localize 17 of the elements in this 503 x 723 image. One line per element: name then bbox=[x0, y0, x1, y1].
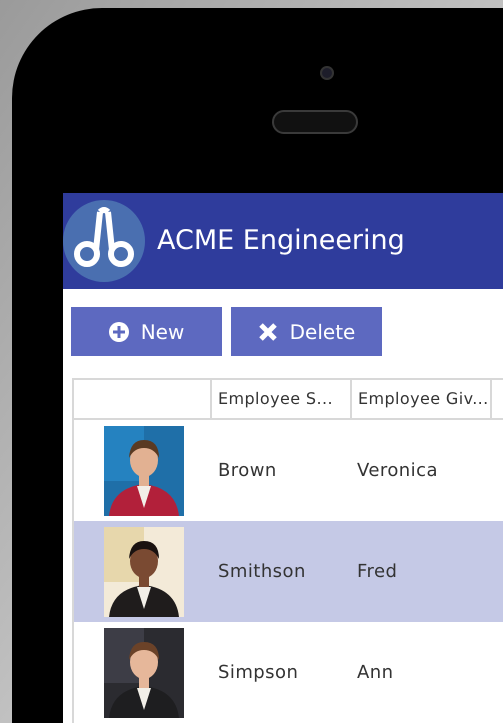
table-cell: Smithson bbox=[218, 561, 306, 582]
app-title: ACME Engineering bbox=[157, 224, 405, 258]
table-cell: Ann bbox=[357, 662, 394, 683]
delete-button[interactable]: Delete bbox=[231, 307, 382, 356]
table-cell: Brown bbox=[218, 460, 277, 481]
column-header[interactable]: Employee S... bbox=[212, 380, 352, 418]
new-button[interactable]: New bbox=[71, 307, 222, 356]
table-cell: Simpson bbox=[218, 662, 298, 683]
speaker-icon bbox=[272, 110, 358, 134]
column-header[interactable]: Employee Giv... bbox=[352, 380, 492, 418]
close-icon bbox=[258, 322, 278, 342]
table-cell: Fred bbox=[357, 561, 398, 582]
logo-icon bbox=[63, 200, 145, 282]
table-row[interactable]: Smithson Fred bbox=[74, 521, 503, 622]
plus-circle-icon bbox=[108, 322, 129, 342]
table-cell: Veronica bbox=[357, 460, 438, 481]
camera-icon bbox=[320, 66, 334, 80]
